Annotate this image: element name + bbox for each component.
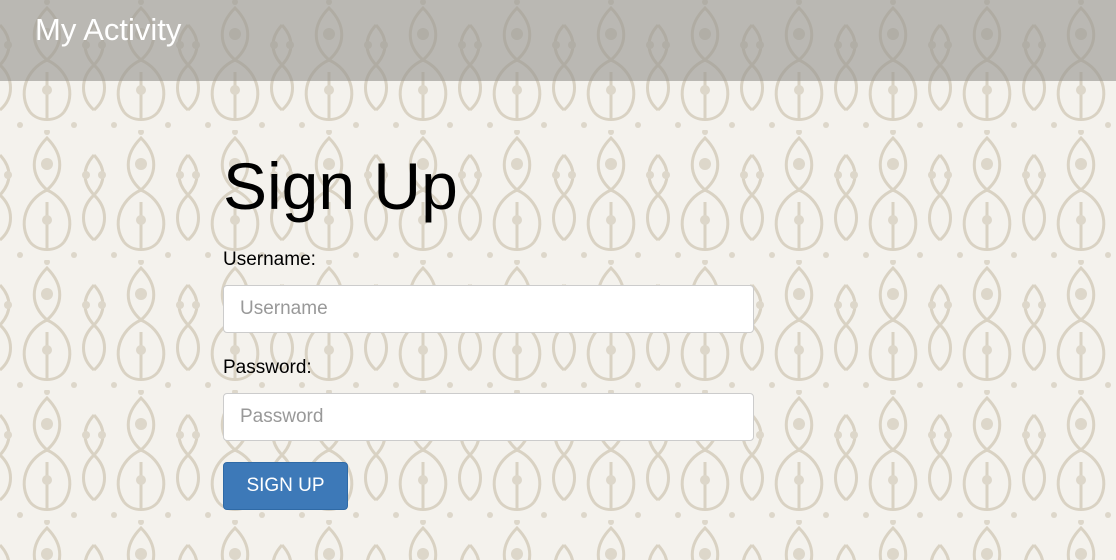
brand-link[interactable]: My Activity bbox=[35, 11, 181, 49]
sign-up-button[interactable]: SIGN UP bbox=[223, 462, 348, 510]
username-input[interactable] bbox=[223, 285, 754, 333]
password-label: Password: bbox=[223, 357, 312, 378]
username-label: Username: bbox=[223, 249, 316, 270]
top-navbar: My Activity bbox=[0, 0, 1116, 81]
page-title: Sign Up bbox=[223, 149, 458, 223]
signup-form: Sign Up Username: Password: SIGN UP bbox=[223, 140, 754, 510]
password-input[interactable] bbox=[223, 393, 754, 441]
